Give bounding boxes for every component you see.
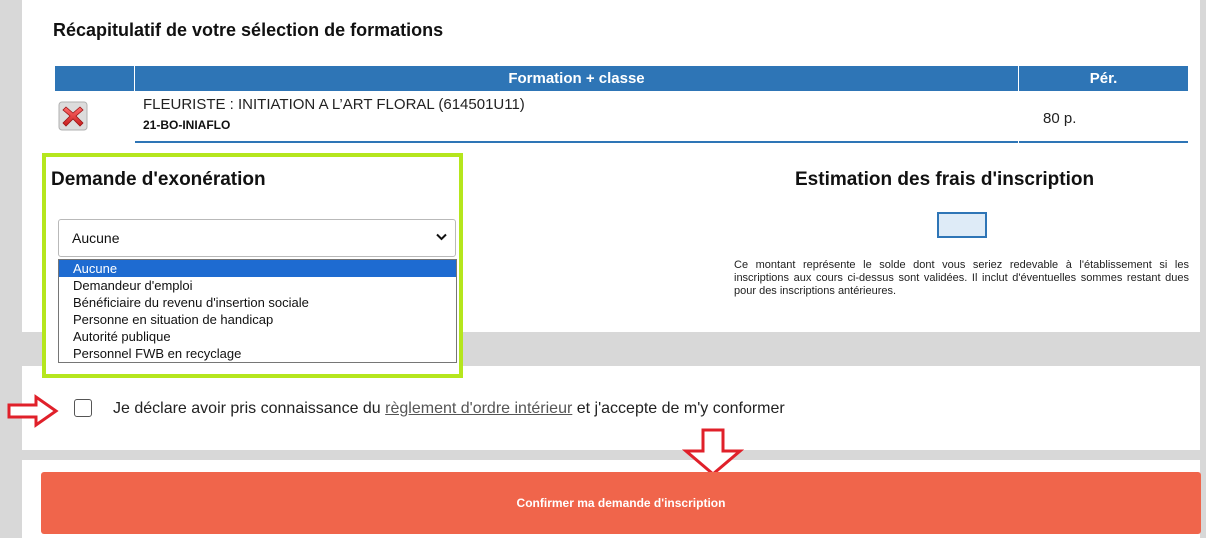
arrow-right-icon	[7, 394, 59, 428]
exemption-option[interactable]: Personne en situation de handicap	[59, 311, 456, 328]
exemption-dropdown-list: Aucune Demandeur d'emploi Bénéficiaire d…	[58, 259, 457, 363]
remove-x-icon[interactable]	[58, 101, 88, 131]
column-header-period: Pér.	[1019, 66, 1188, 91]
confirm-button[interactable]: Confirmer ma demande d'inscription	[41, 472, 1201, 534]
exemption-selected-value: Aucune	[72, 230, 120, 246]
exemption-option[interactable]: Demandeur d'emploi	[59, 277, 456, 294]
rules-link[interactable]: règlement d'ordre intérieur	[385, 400, 572, 417]
column-header-formation: Formation + classe	[135, 66, 1018, 91]
accept-label: Je déclare avoir pris connaissance du rè…	[113, 400, 785, 418]
exemption-title: Demande d'exonération	[51, 169, 266, 190]
estimation-title: Estimation des frais d'inscription	[795, 169, 1095, 190]
arrow-down-icon	[682, 428, 744, 476]
course-code: 21-BO-INIAFLO	[143, 118, 231, 132]
accept-text-after: et j'accepte de m'y conformer	[572, 400, 785, 417]
accept-text-before: Je déclare avoir pris connaissance du	[113, 400, 386, 417]
exemption-option[interactable]: Aucune	[59, 260, 456, 277]
row-divider	[1019, 141, 1188, 143]
page: Récapitulatif de votre sélection de form…	[7, 0, 1201, 538]
exemption-option[interactable]: Personnel FWB en recyclage	[59, 345, 456, 362]
column-header-action	[55, 66, 134, 91]
chevron-down-icon	[436, 233, 447, 241]
summary-title: Récapitulatif de votre sélection de form…	[53, 20, 444, 40]
estimation-amount-box	[937, 212, 987, 238]
accept-checkbox[interactable]	[74, 399, 92, 417]
exemption-option[interactable]: Autorité publique	[59, 328, 456, 345]
exemption-option[interactable]: Bénéficiaire du revenu d'insertion socia…	[59, 294, 456, 311]
course-period: 80 p.	[1043, 110, 1077, 127]
exemption-select[interactable]: Aucune	[58, 219, 456, 257]
course-name: FLEURISTE : INITIATION A L’ART FLORAL (6…	[143, 96, 525, 113]
estimation-note: Ce montant représente le solde dont vous…	[734, 259, 1189, 297]
row-divider	[135, 141, 1018, 143]
